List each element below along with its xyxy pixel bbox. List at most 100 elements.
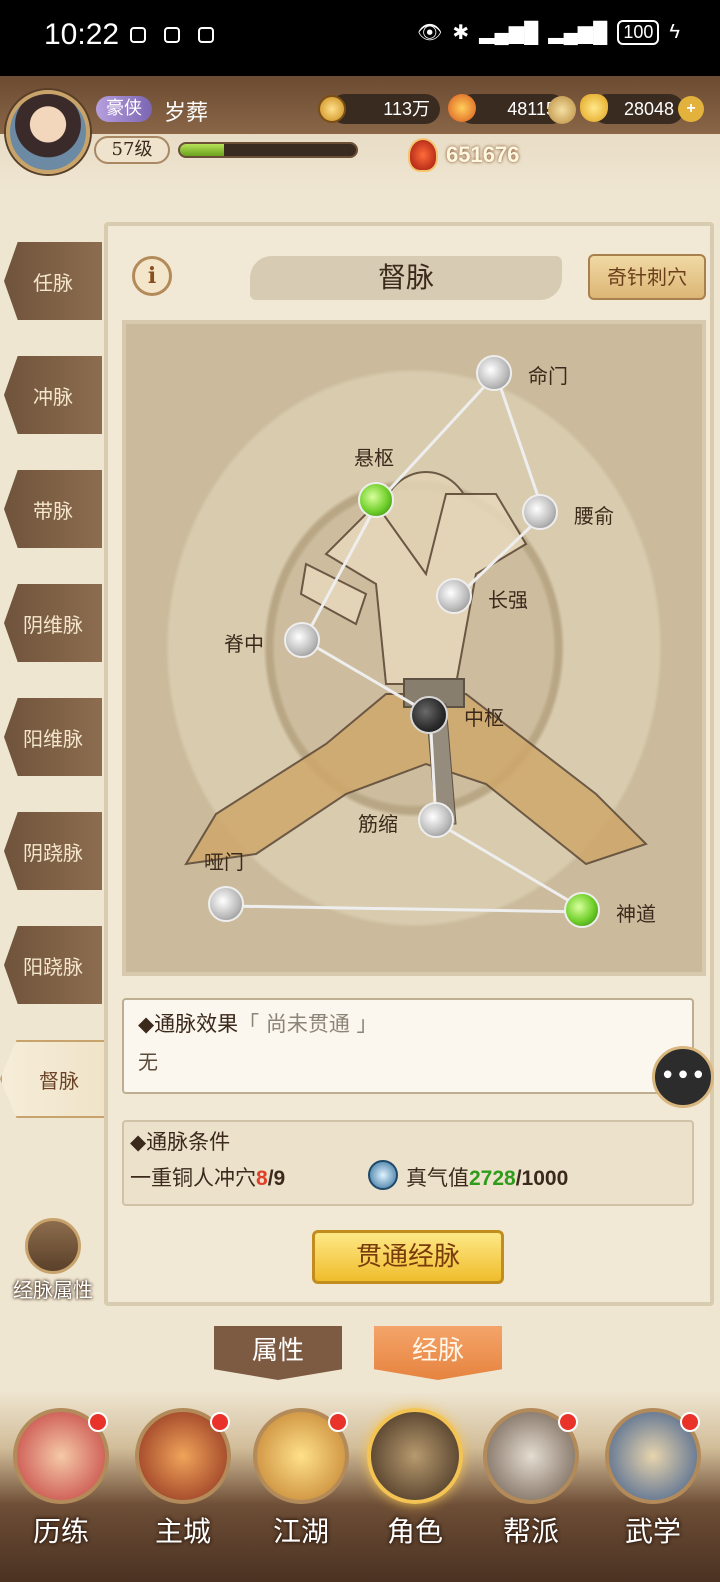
acupoint-mingmen[interactable] xyxy=(476,355,512,391)
gold-ingot-icon xyxy=(580,94,608,122)
bluetooth-icon: ✱ xyxy=(452,22,470,44)
acupuncture-button[interactable]: 奇针刺穴 xyxy=(588,254,706,300)
acupoint-xuanshu[interactable] xyxy=(358,482,394,518)
effect-status: 「 尚未贯通 」 xyxy=(238,1012,378,1036)
status-bar: 10:22 👁 ✱ ▂▄▆█ ▂▄▆█ 100 ϟ xyxy=(0,0,720,76)
condition-acupoint-count: 一重铜人冲穴8/9 xyxy=(130,1162,285,1192)
ingots-value: 28048 xyxy=(623,99,674,119)
meridian-attributes-label: 经脉属性 xyxy=(13,1278,93,1302)
acupoint-changqiang[interactable] xyxy=(436,578,472,614)
tab-label: 督脉 xyxy=(39,1068,79,1093)
acupoint-jinsuo[interactable] xyxy=(418,802,454,838)
tab-dai-meridian[interactable]: 带脉 xyxy=(4,470,102,548)
add-currency-button[interactable]: + xyxy=(678,96,704,122)
battery-icon: 100 xyxy=(617,20,660,45)
notification-dot xyxy=(328,1412,348,1432)
tab-label: 阳跷脉 xyxy=(23,954,83,979)
acupoint-label: 腰俞 xyxy=(574,504,614,528)
effect-label: ◆通脉效果 xyxy=(138,1012,239,1036)
tab-ren-meridian[interactable]: 任脉 xyxy=(4,242,102,320)
tab-chong-meridian[interactable]: 冲脉 xyxy=(4,356,102,434)
status-time: 10:22 xyxy=(44,18,120,51)
flame-icon xyxy=(448,94,476,122)
tab-label: 阴跷脉 xyxy=(23,840,83,865)
acupoint-shendao[interactable] xyxy=(564,892,600,928)
acupoint-label: 筋缩 xyxy=(358,812,398,836)
tab-meridians[interactable]: 经脉 xyxy=(374,1326,502,1380)
book-icon xyxy=(25,1218,81,1274)
coins-value: 113万 xyxy=(383,99,430,119)
nav-martial-arts[interactable]: 武学 xyxy=(598,1408,708,1568)
signal-icon: ▂▄▆█ xyxy=(548,22,608,44)
acupoint-zhongshu[interactable] xyxy=(410,696,448,734)
tab-label: 阳维脉 xyxy=(23,726,83,751)
nav-jianghu[interactable]: 江湖 xyxy=(246,1408,356,1568)
panel-title: 督脉 xyxy=(377,261,434,294)
tab-yangwei-meridian[interactable]: 阳维脉 xyxy=(4,698,102,776)
true-qi-icon xyxy=(368,1160,398,1190)
condition-current: 2728 xyxy=(469,1167,516,1190)
info-icon[interactable]: i xyxy=(132,256,172,296)
notification-icon xyxy=(164,27,180,43)
tab-label: 冲脉 xyxy=(33,384,73,409)
condition-title: ◆通脉条件 xyxy=(130,1130,231,1154)
exp-fill xyxy=(180,144,224,156)
effect-value: 无 xyxy=(138,1050,158,1074)
acupoint-yamen[interactable] xyxy=(208,886,244,922)
charging-icon: ϟ xyxy=(669,21,680,43)
open-meridian-button[interactable]: 贯通经脉 xyxy=(312,1230,504,1284)
notification-dot xyxy=(88,1412,108,1432)
meridian-attributes-button[interactable]: 经脉属性 xyxy=(6,1218,100,1303)
tab-label: 阴维脉 xyxy=(23,612,83,637)
eye-icon: 👁 xyxy=(416,22,443,44)
acupoint-label: 命门 xyxy=(528,364,568,388)
exp-bar xyxy=(178,142,358,158)
meridian-map xyxy=(122,320,706,976)
avatar[interactable] xyxy=(6,90,90,174)
nav-training[interactable]: 历练 xyxy=(6,1408,116,1568)
tab-yinwei-meridian[interactable]: 阴维脉 xyxy=(4,584,102,662)
condition-label: 一重铜人冲穴 xyxy=(130,1166,256,1190)
nav-main-city[interactable]: 主城 xyxy=(128,1408,238,1568)
coin-icon xyxy=(318,95,346,123)
coins-counter[interactable]: 113万 xyxy=(330,94,440,124)
tab-label: 任脉 xyxy=(33,270,73,295)
acupoint-label: 中枢 xyxy=(464,706,504,730)
acupoint-label: 脊中 xyxy=(224,632,264,656)
acupoint-label: 神道 xyxy=(616,902,656,926)
player-level: 57级 xyxy=(94,136,170,164)
condition-current: 8 xyxy=(256,1167,268,1190)
tab-du-meridian[interactable]: 督脉 xyxy=(0,1040,118,1118)
condition-required: /9 xyxy=(267,1167,286,1190)
signal-icon: ▂▄▆█ xyxy=(479,22,539,44)
condition-label: 真气值 xyxy=(406,1166,469,1190)
token-icon xyxy=(548,96,576,124)
player-title-badge: 豪侠 xyxy=(96,96,152,122)
player-name: 岁葬 xyxy=(164,101,209,126)
notification-dot xyxy=(558,1412,578,1432)
chat-bubble-icon[interactable]: ••• xyxy=(652,1046,714,1108)
martial-artist-figure xyxy=(184,471,648,866)
notification-icon xyxy=(198,27,214,43)
acupoint-jizhong[interactable] xyxy=(284,622,320,658)
notification-dot xyxy=(680,1412,700,1432)
nav-character[interactable]: 角色 xyxy=(360,1408,470,1568)
acupoint-yaoshu[interactable] xyxy=(522,494,558,530)
tab-label: 带脉 xyxy=(33,498,73,523)
character-icon xyxy=(367,1408,463,1504)
acupoint-label: 哑门 xyxy=(204,850,244,874)
acupoint-label: 长强 xyxy=(488,588,528,612)
acupoint-label: 悬枢 xyxy=(354,446,394,470)
nav-guild[interactable]: 帮派 xyxy=(476,1408,586,1568)
notification-icon xyxy=(130,27,146,43)
combat-power-icon xyxy=(408,138,438,172)
status-icons: 👁 ✱ ▂▄▆█ ▂▄▆█ 100 ϟ xyxy=(417,20,680,45)
tab-attributes[interactable]: 属性 xyxy=(214,1326,342,1380)
condition-required: /1000 xyxy=(515,1167,569,1190)
tab-yangqiao-meridian[interactable]: 阳跷脉 xyxy=(4,926,102,1004)
condition-true-qi: 真气值2728/1000 xyxy=(406,1162,568,1192)
effect-title: ◆通脉效果「 尚未贯通 」 xyxy=(138,1008,378,1038)
notification-dot xyxy=(210,1412,230,1432)
combat-power: 651676 xyxy=(446,142,520,167)
tab-yinqiao-meridian[interactable]: 阴跷脉 xyxy=(4,812,102,890)
